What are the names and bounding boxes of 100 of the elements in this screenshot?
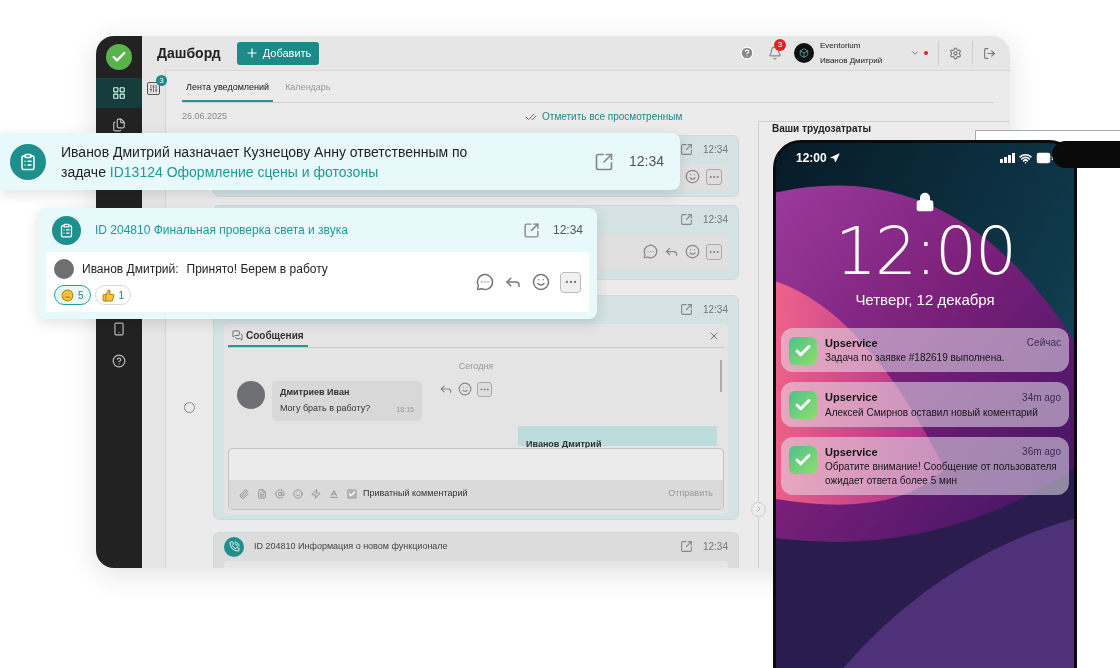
lock-screen-date: Четверг, 12 декабря <box>855 290 995 310</box>
app-name: Upservice <box>825 390 878 405</box>
location-icon <box>829 153 840 163</box>
task-link[interactable]: ID13124 Оформление сцены и фотозоны <box>109 163 379 180</box>
company-name: Eventorium <box>820 39 862 52</box>
message-text: Могу брать в работу? <box>280 402 371 415</box>
comment-input-field[interactable]: Приватный комментарий Отправить <box>228 447 724 510</box>
open-icon[interactable] <box>522 221 540 239</box>
comment-icon[interactable] <box>643 244 658 259</box>
sidebar-item[interactable] <box>96 78 142 108</box>
reaction-chip[interactable]: 1 <box>94 285 132 305</box>
file-icon[interactable] <box>257 489 267 499</box>
comment-text: Принято! Берем в работу <box>186 261 328 278</box>
card-time: 12:34 <box>702 540 728 554</box>
app-name: Upservice <box>825 335 878 351</box>
scrollbar[interactable] <box>720 359 722 392</box>
card-time: 12:34 <box>702 213 728 227</box>
app-icon <box>789 391 817 419</box>
close-icon[interactable] <box>708 330 720 342</box>
clipboard-icon <box>10 143 46 180</box>
logout-icon[interactable] <box>983 46 996 60</box>
private-checkbox[interactable] <box>347 489 357 499</box>
open-icon[interactable] <box>679 540 693 553</box>
thumbs-up-icon <box>101 288 115 302</box>
task-title[interactable]: ID 204810 Финальная проверка света и звука <box>95 221 348 239</box>
smile-icon[interactable] <box>532 273 550 291</box>
messages-tab[interactable]: Сообщения <box>228 325 308 347</box>
card-title: ID 204810 Информация о новом функционале <box>254 539 448 553</box>
day-label: Сегодня <box>458 360 494 371</box>
help-icon[interactable] <box>740 46 754 60</box>
at-sign-icon[interactable] <box>275 489 285 499</box>
notification-time: Сейчас <box>1026 336 1061 351</box>
check-icon <box>348 490 356 498</box>
card-time: 12:34 <box>702 303 728 317</box>
notification-time: 12:34 <box>628 152 664 171</box>
notification-text: Обратите внимание! Сообщение от пользователя ожидает ответа более 5 мин <box>825 460 1058 488</box>
notification-text: Алексей Смирнов оставил новый коментарий <box>825 405 1039 420</box>
smile-icon[interactable] <box>293 489 303 499</box>
open-icon[interactable] <box>679 143 693 156</box>
push-notification[interactable]: Upservice 36m ago Обратите внимание! Сообщение от пользователя ожидает ответа более 5 мин <box>781 436 1069 495</box>
lock-screen-clock: 12:00 <box>834 217 1016 287</box>
paperclip-icon[interactable] <box>239 489 249 499</box>
more-button[interactable] <box>706 243 722 260</box>
card-time: 12:34 <box>702 143 728 157</box>
settings-icon[interactable] <box>949 46 962 60</box>
push-notification[interactable]: Upservice Сейчас Задача по заявке #182619 выполнена. <box>781 327 1069 372</box>
page-title: Дашборд <box>157 43 221 63</box>
logo-icon <box>106 44 132 70</box>
lock-icon <box>915 191 935 213</box>
clipboard-icon <box>52 215 81 245</box>
lightning-icon[interactable] <box>311 489 321 499</box>
feed-date: 26.06.2025 <box>182 109 228 123</box>
reaction-chip[interactable]: 5 <box>54 285 91 305</box>
chat-bubbles-icon <box>232 329 243 341</box>
grid-icon <box>112 86 126 100</box>
company-logo-icon <box>794 43 814 63</box>
push-notification[interactable]: Upservice 34m ago Алексей Смирнов оставил новый коментарий <box>781 382 1069 427</box>
notification-badge: 3 <box>774 39 786 51</box>
app-name: Upservice <box>825 444 878 460</box>
chevron-down-icon[interactable] <box>910 48 920 58</box>
notification-time: 36m ago <box>1022 445 1061 460</box>
more-button[interactable] <box>560 271 581 293</box>
wifi-icon <box>1019 151 1032 165</box>
reply-icon[interactable] <box>439 382 453 396</box>
more-button[interactable] <box>706 168 722 185</box>
smile-icon[interactable] <box>685 244 700 259</box>
open-icon[interactable] <box>679 303 693 316</box>
help-icon <box>112 354 126 368</box>
notification-time: 12:34 <box>552 222 583 239</box>
meh-icon <box>61 288 74 302</box>
phone-icon <box>112 322 126 336</box>
open-icon[interactable] <box>679 213 693 226</box>
comment-icon[interactable] <box>476 273 494 291</box>
notification-time: 34m ago <box>1022 390 1061 405</box>
open-icon[interactable] <box>593 151 614 172</box>
text-format-icon[interactable] <box>329 489 339 499</box>
add-button[interactable]: Добавить <box>236 41 320 65</box>
message-author: Дмитриев Иван <box>280 385 351 399</box>
avatar <box>54 259 74 279</box>
app-icon <box>789 445 817 474</box>
user-name: Иванов Дмитрий <box>820 54 884 67</box>
side-panel-title: Ваши трудозатраты <box>772 122 872 135</box>
status-time: 12:00 <box>796 150 827 167</box>
app-icon <box>789 336 817 365</box>
avatar <box>237 380 265 409</box>
filter-button[interactable] <box>147 82 160 95</box>
tab[interactable]: Лента уведомлений <box>182 81 274 102</box>
plus-icon <box>244 46 259 60</box>
smile-icon[interactable] <box>685 169 700 184</box>
smile-icon[interactable] <box>458 382 472 396</box>
mark-all-read-link[interactable]: Отметить все просмотренным <box>525 109 683 124</box>
bell-icon[interactable] <box>768 46 782 60</box>
comment-author: Иванов Дмитрий: <box>82 261 179 278</box>
notification-text: Задача по заявке #182619 выполнена. <box>825 351 1006 365</box>
signal-icon <box>1000 153 1015 163</box>
phone-call-icon <box>224 536 244 557</box>
sliders-icon <box>149 84 158 93</box>
clipboard-icon <box>112 118 126 132</box>
message-author: Иванов Дмитрий <box>526 438 602 448</box>
more-button[interactable] <box>477 381 492 397</box>
